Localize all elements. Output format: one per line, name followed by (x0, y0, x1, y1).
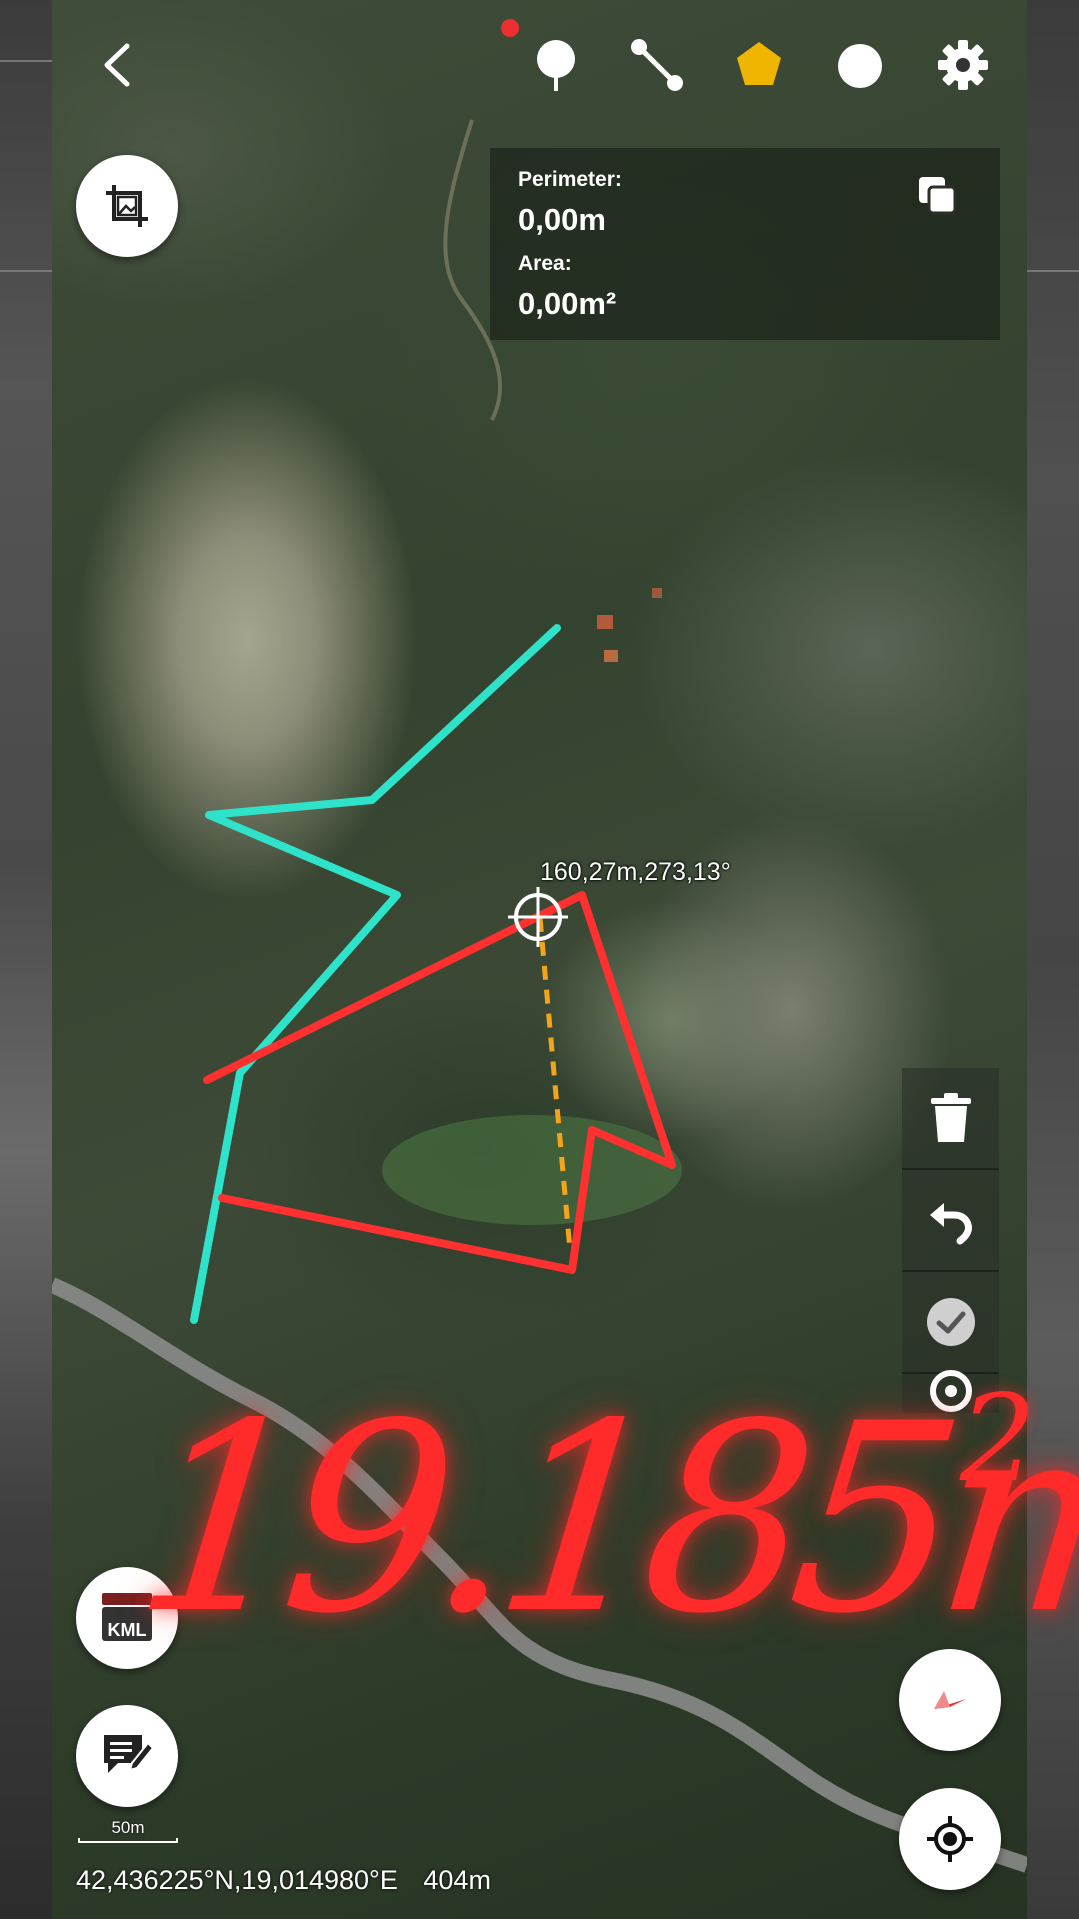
area-value: 0,00m² (518, 286, 617, 321)
crop-image-button[interactable] (76, 155, 178, 257)
copy-icon[interactable] (914, 172, 962, 220)
back-arrow-icon[interactable] (92, 40, 142, 90)
edit-tools-strip (902, 1068, 999, 1413)
measurement-stats-panel: Perimeter: 0,00m Area: 0,00m² (490, 148, 1000, 340)
scale-label: 50m (111, 1818, 145, 1837)
background-divider (0, 60, 52, 62)
gear-icon[interactable] (934, 36, 992, 94)
map-scale: 50m (78, 1818, 178, 1844)
pin-icon[interactable] (527, 36, 585, 94)
notes-button[interactable] (76, 1705, 178, 1807)
background-left (0, 0, 52, 1919)
annotation-text: 19.185m (124, 1369, 1079, 1671)
perimeter-label: Perimeter: (518, 168, 622, 191)
background-divider (0, 270, 52, 272)
crosshair-icon (508, 887, 568, 947)
coordinates-readout: 42,436225°N,19,014980°E 404m (76, 1865, 491, 1896)
locate-button[interactable] (899, 1788, 1001, 1890)
perimeter-value: 0,00m (518, 202, 606, 237)
polygon-icon[interactable] (731, 36, 787, 92)
handwritten-area-annotation: 19.185m 2 (110, 1369, 1079, 1710)
scale-bar (78, 1838, 178, 1843)
trash-icon[interactable] (902, 1068, 999, 1168)
recording-dot (500, 18, 520, 38)
crop-image-icon (106, 185, 148, 227)
locate-icon (927, 1816, 973, 1862)
line-segment-icon[interactable] (628, 36, 686, 94)
note-edit-icon (104, 1735, 154, 1773)
annotation-superscript: 2 (960, 1370, 1037, 1509)
circle-icon[interactable] (834, 40, 886, 92)
coordinates-value: 42,436225°N,19,014980°E (76, 1865, 398, 1895)
segment-measurement-label: 160,27m,273,13° (540, 858, 731, 886)
check-icon[interactable] (902, 1272, 999, 1372)
altitude-value: 404m (423, 1865, 491, 1895)
area-label: Area: (518, 252, 572, 275)
background-divider (1027, 270, 1079, 272)
undo-icon[interactable] (902, 1170, 999, 1270)
